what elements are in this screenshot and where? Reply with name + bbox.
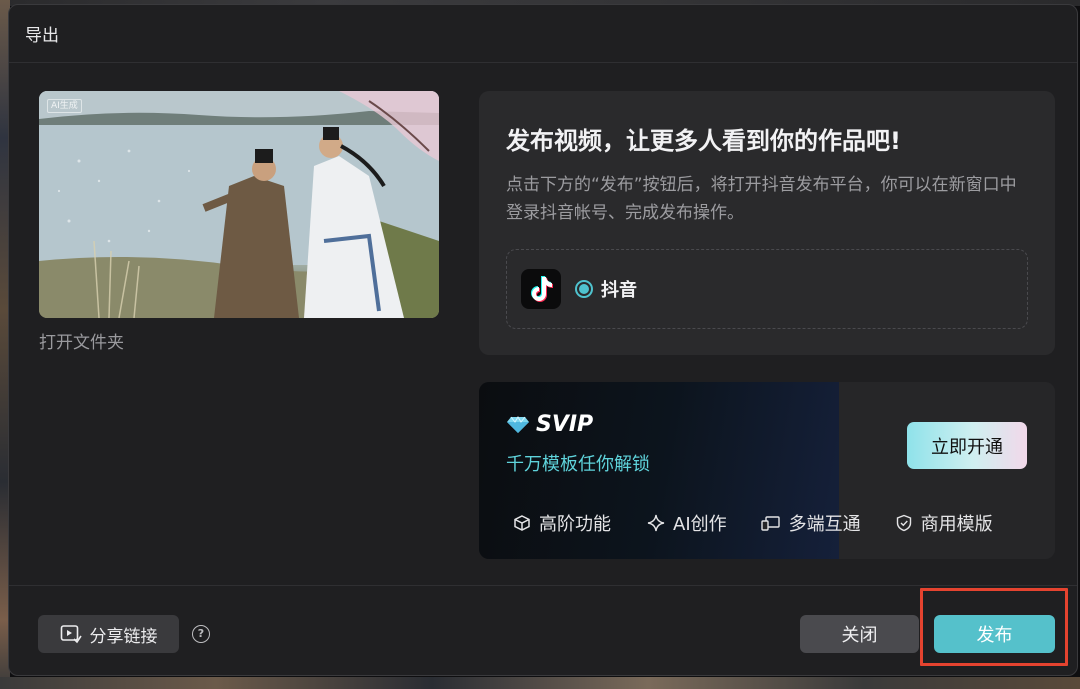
help-icon[interactable]: ? [192, 625, 210, 643]
svip-title: SVIP [506, 412, 593, 437]
tiktok-logo-icon [521, 269, 561, 309]
feature-label: AI创作 [673, 514, 727, 535]
sparkle-icon [647, 514, 665, 532]
feature-label: 商用模版 [920, 514, 993, 535]
export-dialog: 导出 AI生成 打开文件夹 发布视频，让更多人看到你的作品吧! 点击下方的“发布… [8, 4, 1078, 676]
dialog-titlebar: 导出 [9, 5, 1077, 63]
publish-description: 点击下方的“发布”按钮后，将打开抖音发布平台，你可以在新窗口中登录抖音帐号、完成… [506, 175, 1017, 223]
cube-icon [514, 515, 530, 531]
platform-option-douyin[interactable]: 抖音 [506, 249, 1028, 329]
video-preview[interactable]: AI生成 [39, 91, 439, 318]
svip-label: SVIP [536, 412, 594, 437]
svip-features: 高阶功能 AI创作 多端互通 商用模版 [513, 510, 993, 536]
publish-card: 发布视频，让更多人看到你的作品吧! 点击下方的“发布”按钮后，将打开抖音发布平台… [479, 91, 1055, 355]
feature-ai: AI创作 [647, 510, 727, 536]
dialog-title: 导出 [25, 26, 59, 46]
activate-svip-button[interactable]: 立即开通 [907, 422, 1027, 469]
feature-label: 高阶功能 [539, 514, 611, 535]
publish-heading: 发布视频，让更多人看到你的作品吧! [506, 127, 901, 155]
platform-name: 抖音 [601, 280, 637, 301]
svip-card: SVIP 千万模板任你解锁 立即开通 高阶功能 AI创作 多端互通 商用模版 [479, 382, 1055, 559]
feature-label: 多端互通 [788, 514, 861, 535]
shield-check-icon [896, 514, 911, 532]
platform-radio[interactable] [575, 280, 593, 298]
share-link-button[interactable]: 分享链接 [38, 615, 179, 653]
diamond-icon [507, 415, 529, 433]
share-link-label: 分享链接 [89, 626, 158, 647]
dialog-footer: 分享链接 ? 关闭 发布 [9, 585, 1077, 675]
svip-subtitle: 千万模板任你解锁 [506, 454, 650, 475]
backdrop-bottom [0, 677, 1080, 689]
ai-generated-badge: AI生成 [47, 99, 82, 113]
feature-advanced: 高阶功能 [513, 510, 611, 536]
preview-illustration [39, 91, 439, 318]
publish-button[interactable]: 发布 [934, 615, 1055, 653]
feature-commercial: 商用模版 [895, 510, 993, 536]
share-video-icon [60, 625, 82, 644]
devices-icon [760, 516, 780, 531]
close-button[interactable]: 关闭 [800, 615, 919, 653]
radio-selected-dot [579, 284, 589, 294]
open-folder-link[interactable]: 打开文件夹 [39, 328, 124, 353]
feature-multi-device: 多端互通 [760, 510, 861, 536]
